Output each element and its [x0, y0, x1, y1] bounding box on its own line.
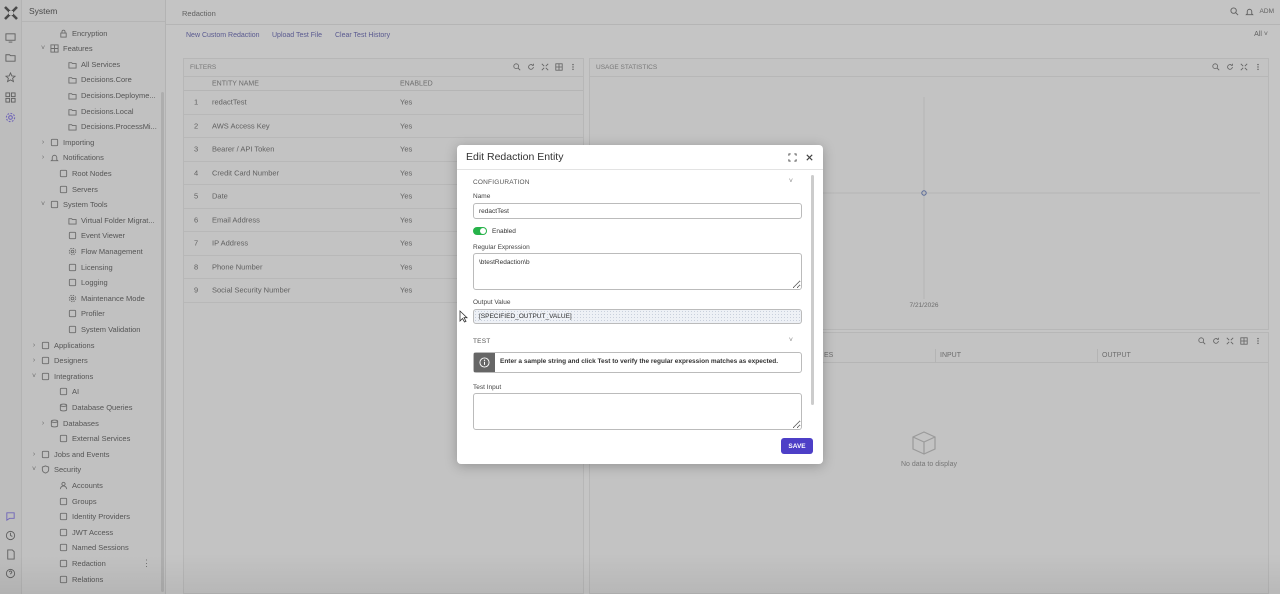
close-icon[interactable] — [805, 153, 814, 162]
dialog-title: Edit Redaction Entity — [466, 151, 564, 163]
enabled-toggle[interactable] — [473, 227, 487, 235]
test-input-label: Test Input — [473, 384, 502, 391]
test-section-header[interactable]: TEST — [473, 338, 490, 345]
regular-expression-input[interactable]: \btestRedaction\b — [473, 253, 802, 290]
output-value-input[interactable] — [473, 309, 802, 324]
name-input[interactable] — [473, 203, 802, 219]
name-label: Name — [473, 193, 491, 200]
test-input[interactable] — [473, 393, 802, 430]
configuration-section-header[interactable]: CONFIGURATION — [473, 179, 530, 186]
edit-redaction-entity-dialog: Edit Redaction Entity CONFIGURATION ˅ Na… — [457, 145, 823, 464]
chevron-down-icon[interactable]: ˅ — [789, 337, 793, 344]
enabled-label: Enabled — [492, 228, 516, 235]
chevron-down-icon[interactable]: ˅ — [789, 178, 793, 185]
info-message: Enter a sample string and click Test to … — [500, 358, 779, 365]
test-info-box: Enter a sample string and click Test to … — [473, 352, 802, 373]
output-value-label: Output Value — [473, 299, 511, 306]
mouse-cursor-icon — [459, 310, 468, 323]
dialog-body: CONFIGURATION ˅ Name Enabled Regular Exp… — [457, 171, 813, 464]
save-button[interactable]: SAVE — [781, 438, 813, 454]
maximize-icon[interactable] — [788, 153, 797, 162]
regular-expression-label: Regular Expression — [473, 244, 530, 251]
info-icon — [474, 353, 495, 372]
